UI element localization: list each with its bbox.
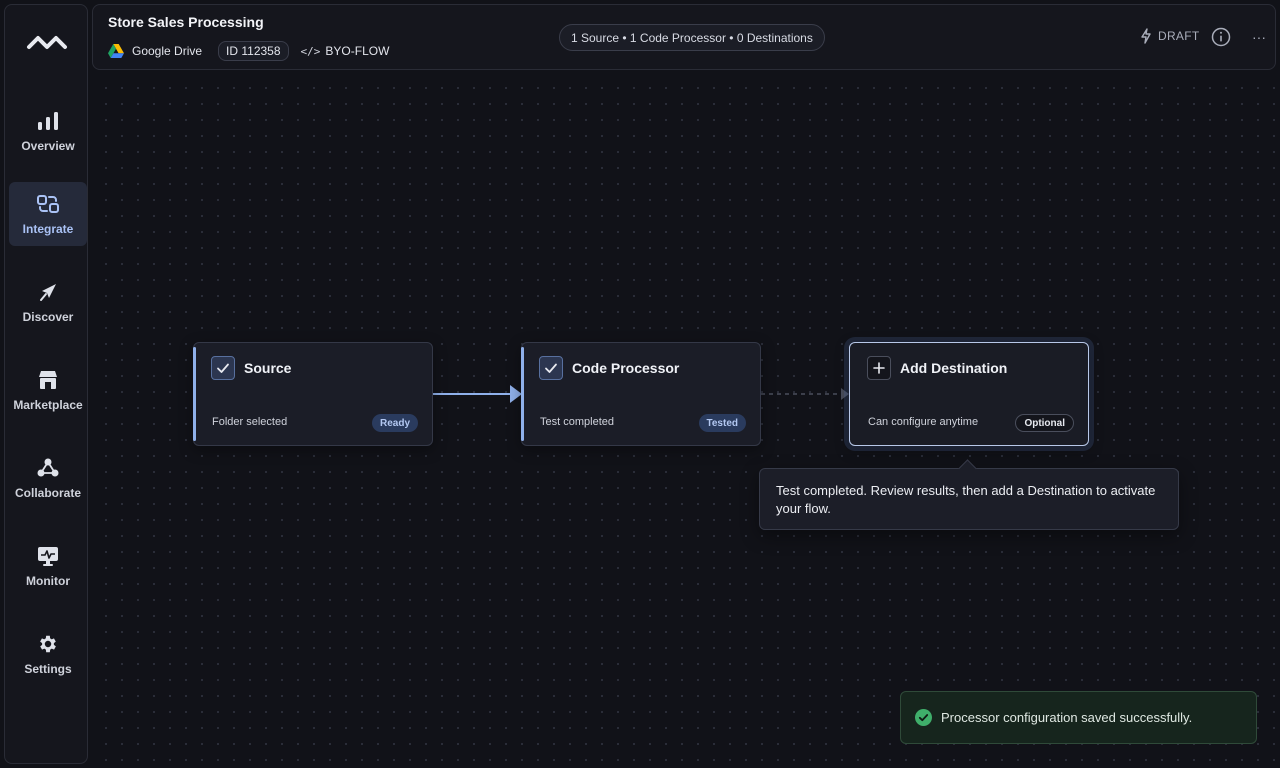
source-node[interactable]: Source Folder selected Ready [193,342,433,446]
app-root: Overview Integrate Discover Marketplace … [0,0,1280,768]
checkmark-icon [211,356,235,380]
success-toast[interactable]: Processor configuration saved successful… [900,691,1257,744]
check-circle-icon [915,709,932,726]
connector-arrowhead-dashed [841,388,849,400]
hint-tooltip: Test completed. Review results, then add… [759,468,1179,530]
status-badge: Tested [698,414,746,432]
status-badge: Ready [371,414,418,432]
checkmark-icon [539,356,563,380]
add-destination-node[interactable]: Add Destination Can configure anytime Op… [849,342,1089,446]
toast-message: Processor configuration saved successful… [941,710,1193,725]
status-badge: Optional [1015,414,1074,432]
node-status: Can configure anytime [868,416,979,428]
plus-icon [867,356,891,380]
node-title: Add Destination [900,360,1008,376]
node-status: Folder selected [212,416,288,428]
node-title: Source [244,360,292,376]
code-processor-node[interactable]: Code Processor Test completed Tested [521,342,761,446]
node-status: Test completed [540,416,614,428]
node-title: Code Processor [572,360,680,376]
